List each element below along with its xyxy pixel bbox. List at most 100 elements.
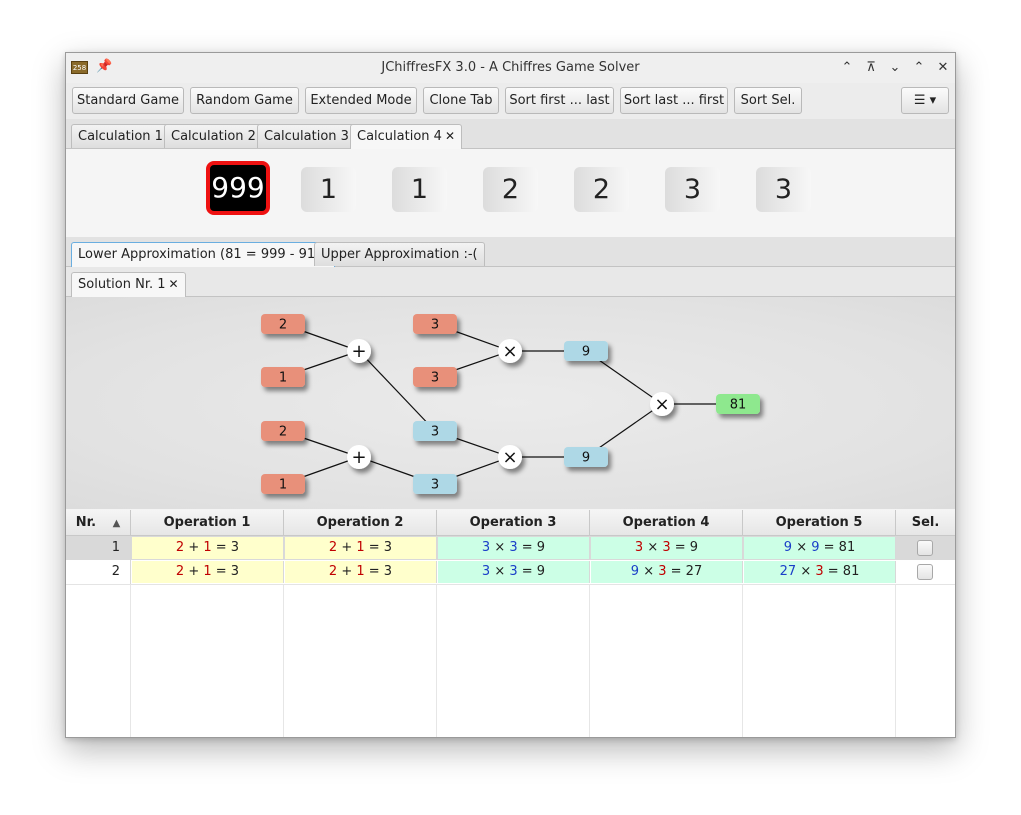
select-cell: [896, 536, 955, 560]
graph-intermediate-node: 3: [413, 474, 457, 494]
sort-last-first-button[interactable]: Sort last ... first: [620, 87, 728, 114]
tab-calculation-4[interactable]: Calculation 4 ✕: [350, 124, 462, 149]
operator-symbol: ×: [502, 447, 517, 468]
operation-cell: 9 × 9 = 81: [744, 537, 896, 559]
column-header-sel[interactable]: Sel.: [896, 510, 955, 536]
column-header-nr[interactable]: Nr. ▲: [66, 510, 131, 536]
operator-symbol: ×: [654, 394, 669, 415]
app-window: 258 📌 JChiffresFX 3.0 - A Chiffres Game …: [65, 52, 956, 738]
operation-term: 3: [481, 564, 491, 579]
standard-game-button[interactable]: Standard Game: [72, 87, 184, 114]
tab-calculation-2[interactable]: Calculation 2: [164, 124, 263, 148]
column-header-operation-3[interactable]: Operation 3: [437, 510, 590, 536]
operation-cell: 3 × 3 = 9: [438, 561, 590, 583]
multiply-operator-node: ×: [498, 339, 522, 363]
multiply-operator-node: ×: [498, 445, 522, 469]
operation-term: = 3: [211, 564, 240, 579]
close-tab-icon[interactable]: ✕: [169, 277, 179, 291]
graph-node-label: 3: [431, 425, 439, 440]
operation-term: = 3: [364, 564, 393, 579]
graph-node-label: 3: [431, 371, 439, 386]
row-number-cell: 2: [66, 560, 131, 584]
number-tile: 1: [301, 167, 356, 212]
select-checkbox[interactable]: [917, 564, 933, 580]
tab-upper-approximation[interactable]: Upper Approximation :-(: [314, 242, 485, 266]
operator-symbol: +: [351, 447, 366, 468]
table-row[interactable]: 22 + 1 = 32 + 1 = 33 × 3 = 99 × 3 = 27 27…: [66, 560, 955, 585]
tab-calculation-3[interactable]: Calculation 3: [257, 124, 356, 148]
tab-lower-approximation[interactable]: Lower Approximation (81 = 999 - 918): [71, 242, 336, 267]
graph-input-node: 2: [261, 421, 305, 441]
number-tile: 2: [574, 167, 629, 212]
operation-term: 2: [328, 564, 338, 579]
plus-operator-node: +: [347, 339, 371, 363]
keep-top-icon[interactable]: ⊼: [861, 58, 881, 78]
operation-term: +: [337, 540, 357, 555]
row-number-cell: 1: [66, 536, 131, 560]
plus-operator-node: +: [347, 445, 371, 469]
operation-term: 9: [783, 540, 793, 555]
minimize-icon[interactable]: ⌄: [885, 58, 905, 78]
operation-term: 3: [658, 564, 667, 579]
operation-term: ×: [490, 564, 510, 579]
select-checkbox[interactable]: [917, 540, 933, 556]
number-tile: 3: [756, 167, 811, 212]
operation-term: 9: [811, 540, 820, 555]
operation-term: 3: [662, 540, 671, 555]
operation-term: = 9: [517, 540, 546, 555]
operator-symbol: +: [351, 341, 366, 362]
toolbar: Standard Game Random Game Extended Mode …: [66, 83, 955, 120]
maximize-icon[interactable]: ⌃: [909, 58, 929, 78]
random-game-button[interactable]: Random Game: [190, 87, 299, 114]
operation-term: 3: [509, 540, 518, 555]
tab-calculation-1[interactable]: Calculation 1: [71, 124, 170, 148]
solution-graph: 2 1 2 1 3 3 3 3 9 9 81 + + × × ×: [66, 297, 955, 509]
operation-term: +: [184, 564, 204, 579]
extended-mode-button[interactable]: Extended Mode: [305, 87, 417, 114]
operation-term: = 3: [211, 540, 240, 555]
sort-first-last-button[interactable]: Sort first ... last: [505, 87, 614, 114]
operation-term: ×: [643, 540, 663, 555]
close-tab-icon[interactable]: ✕: [445, 129, 455, 143]
operation-term: 3: [634, 540, 644, 555]
sort-ascending-icon: ▲: [112, 518, 121, 529]
graph-node-label: 1: [279, 478, 287, 493]
sort-selected-button[interactable]: Sort Sel.: [734, 87, 802, 114]
table-row[interactable]: 12 + 1 = 32 + 1 = 33 × 3 = 93 × 3 = 99 ×…: [66, 536, 955, 561]
keep-above-icon[interactable]: ⌃: [837, 58, 857, 78]
operation-term: 27: [779, 564, 797, 579]
graph-intermediate-node: 9: [564, 447, 608, 467]
operation-term: 2: [175, 540, 185, 555]
hamburger-menu-button[interactable]: ☰ ▾: [901, 87, 949, 114]
operation-term: = 3: [364, 540, 393, 555]
tab-solution-1[interactable]: Solution Nr. 1 ✕: [71, 272, 186, 297]
title-bar[interactable]: 258 📌 JChiffresFX 3.0 - A Chiffres Game …: [66, 53, 955, 84]
operation-term: +: [337, 564, 357, 579]
graph-intermediate-node: 3: [413, 421, 457, 441]
graph-node-label: 9: [582, 345, 590, 360]
graph-node-label: 81: [730, 398, 747, 413]
column-header-operation-2[interactable]: Operation 2: [284, 510, 437, 536]
column-header-operation-4[interactable]: Operation 4: [590, 510, 743, 536]
operation-term: 2: [175, 564, 185, 579]
numbers-panel: 999 1 1 2 2 3 3: [66, 149, 955, 238]
graph-input-node: 3: [413, 367, 457, 387]
operation-term: 1: [356, 564, 365, 579]
operation-cell: 3 × 3 = 9: [591, 537, 743, 559]
graph-input-node: 3: [413, 314, 457, 334]
approximation-tab-bar: Lower Approximation (81 = 999 - 918) Upp…: [66, 237, 955, 267]
column-header-operation-1[interactable]: Operation 1: [131, 510, 284, 536]
number-tile: 1: [392, 167, 447, 212]
graph-result-node: 81: [716, 394, 760, 414]
target-number: 999: [206, 161, 270, 215]
graph-input-node: 1: [261, 367, 305, 387]
operation-term: 9: [630, 564, 640, 579]
operation-term: +: [184, 540, 204, 555]
clone-tab-button[interactable]: Clone Tab: [423, 87, 499, 114]
operation-cell: 2 + 1 = 3: [285, 561, 437, 583]
operation-term: = 27: [666, 564, 703, 579]
column-header-operation-5[interactable]: Operation 5: [743, 510, 896, 536]
graph-node-label: 1: [279, 371, 287, 386]
close-icon[interactable]: ✕: [933, 58, 953, 78]
operation-cell: 2 + 1 = 3: [132, 561, 284, 583]
